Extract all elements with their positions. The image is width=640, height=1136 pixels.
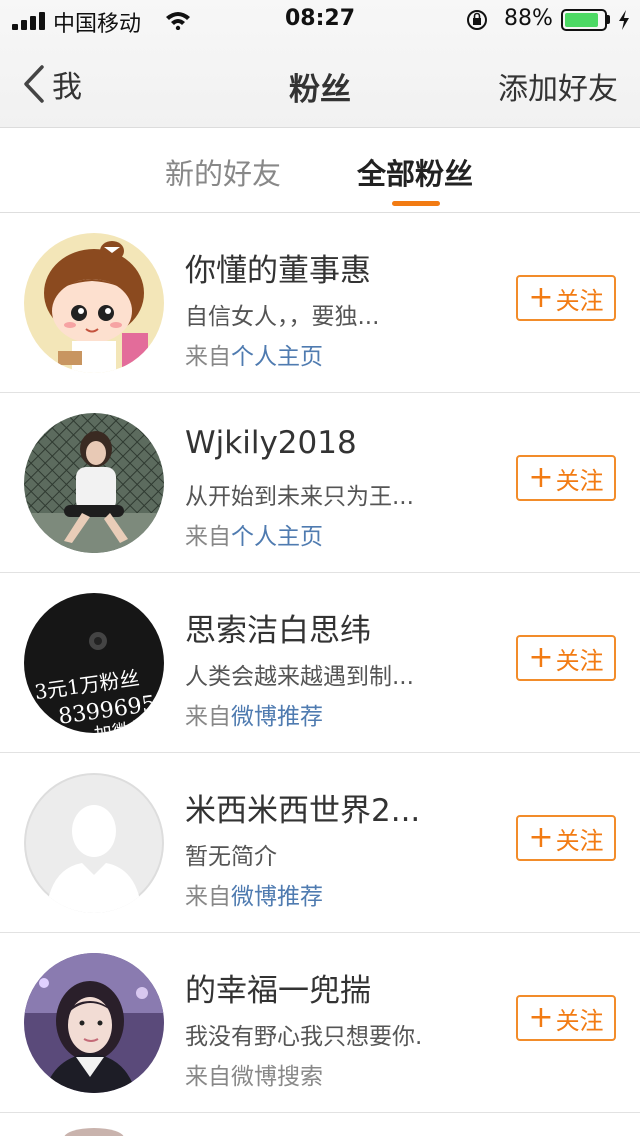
- fan-name[interactable]: 的幸福一兜揣: [185, 965, 371, 1010]
- top-bar: 中国移动 08:27 88% 我 粉丝 添加好友: [0, 0, 640, 128]
- list-item[interactable]: 米西米西世界2... 暂无简介 来自微博推荐 + 关注: [0, 753, 640, 933]
- source-prefix: 来自: [185, 524, 231, 550]
- tab-active-indicator: [392, 201, 440, 206]
- source-prefix: 来自: [185, 704, 231, 730]
- battery-icon: [561, 9, 607, 31]
- tab-all-fans[interactable]: 全部粉丝: [357, 151, 473, 193]
- cartoon-girl-avatar-icon: [24, 233, 164, 373]
- source-text: 微博搜索: [231, 1064, 323, 1090]
- avatar[interactable]: [24, 413, 164, 553]
- source-link[interactable]: 微博推荐: [231, 884, 323, 910]
- list-item[interactable]: Wjkily2018 从开始到未来只为王... 来自个人主页 + 关注: [0, 393, 640, 573]
- follow-button[interactable]: + 关注: [516, 815, 616, 861]
- fans-list: 你懂的董事惠 自信女人，，要独... 来自个人主页 + 关注 Wjkily201…: [0, 213, 640, 1113]
- fan-source: 来自个人主页: [185, 337, 323, 371]
- avatar[interactable]: [24, 773, 164, 913]
- fan-source: 来自微博搜索: [185, 1057, 323, 1091]
- list-item[interactable]: 你懂的董事惠 自信女人，，要独... 来自个人主页 + 关注: [0, 213, 640, 393]
- follow-button[interactable]: + 关注: [516, 455, 616, 501]
- source-link[interactable]: 个人主页: [231, 524, 323, 550]
- dark-ad-avatar-icon: 3元1万粉丝 8399695 加微信: [24, 593, 164, 733]
- battery-level: [565, 13, 598, 27]
- follow-button[interactable]: + 关注: [516, 995, 616, 1041]
- fan-description: 我没有野心我只想要你.: [185, 1024, 423, 1050]
- plus-icon: +: [528, 460, 554, 495]
- avatar[interactable]: [24, 233, 164, 373]
- fan-name[interactable]: 思索洁白思纬: [185, 605, 371, 650]
- photo-avatar-icon: [24, 413, 164, 553]
- fan-source: 来自个人主页: [185, 517, 323, 551]
- fan-source: 来自微博推荐: [185, 697, 323, 731]
- source-prefix: 来自: [185, 1064, 231, 1090]
- fan-name[interactable]: 你懂的董事惠: [185, 245, 371, 290]
- fan-name[interactable]: 米西米西世界2...: [185, 785, 420, 830]
- navigation-bar: 我 粉丝 添加好友: [0, 40, 640, 128]
- tab-new-friends[interactable]: 新的好友: [165, 151, 281, 193]
- fan-description: 暂无简介: [185, 844, 277, 870]
- list-item[interactable]: 的幸福一兜揣 我没有野心我只想要你. 来自微博搜索 + 关注: [0, 933, 640, 1113]
- plus-icon: +: [528, 1000, 554, 1035]
- follow-button[interactable]: + 关注: [516, 275, 616, 321]
- follow-label: 关注: [555, 466, 604, 495]
- plus-icon: +: [528, 640, 554, 675]
- fan-description: 自信女人，，要独...: [185, 304, 380, 330]
- follow-label: 关注: [555, 286, 604, 315]
- source-prefix: 来自: [185, 344, 231, 370]
- follow-label: 关注: [555, 826, 604, 855]
- fan-description: 人类会越来越遇到制...: [185, 664, 414, 690]
- plus-icon: +: [528, 820, 554, 855]
- follow-label: 关注: [555, 1006, 604, 1035]
- fan-name[interactable]: Wjkily2018: [185, 425, 357, 461]
- avatar[interactable]: [24, 953, 164, 1093]
- source-link[interactable]: 微博推荐: [231, 704, 323, 730]
- charging-icon: [619, 10, 629, 30]
- battery-cap: [607, 15, 610, 24]
- fan-source: 来自微博推荐: [185, 877, 323, 911]
- add-friend-button[interactable]: 添加好友: [498, 64, 618, 108]
- source-prefix: 来自: [185, 884, 231, 910]
- source-link[interactable]: 个人主页: [231, 344, 323, 370]
- next-avatar-peek: [64, 1128, 124, 1136]
- default-avatar-icon: [24, 773, 164, 913]
- tab-bar: 新的好友 全部粉丝: [0, 129, 640, 213]
- fan-description: 从开始到未来只为王...: [185, 484, 414, 510]
- rotation-lock-icon: [467, 10, 487, 30]
- list-item[interactable]: 3元1万粉丝 8399695 加微信 思索洁白思纬 人类会越来越遇到制... 来…: [0, 573, 640, 753]
- status-bar: 中国移动 08:27 88%: [0, 0, 640, 40]
- plus-icon: +: [528, 280, 554, 315]
- battery-percent: 88%: [504, 6, 553, 31]
- follow-button[interactable]: + 关注: [516, 635, 616, 681]
- photo-avatar-icon: [24, 953, 164, 1093]
- avatar[interactable]: 3元1万粉丝 8399695 加微信: [24, 593, 164, 733]
- follow-label: 关注: [555, 646, 604, 675]
